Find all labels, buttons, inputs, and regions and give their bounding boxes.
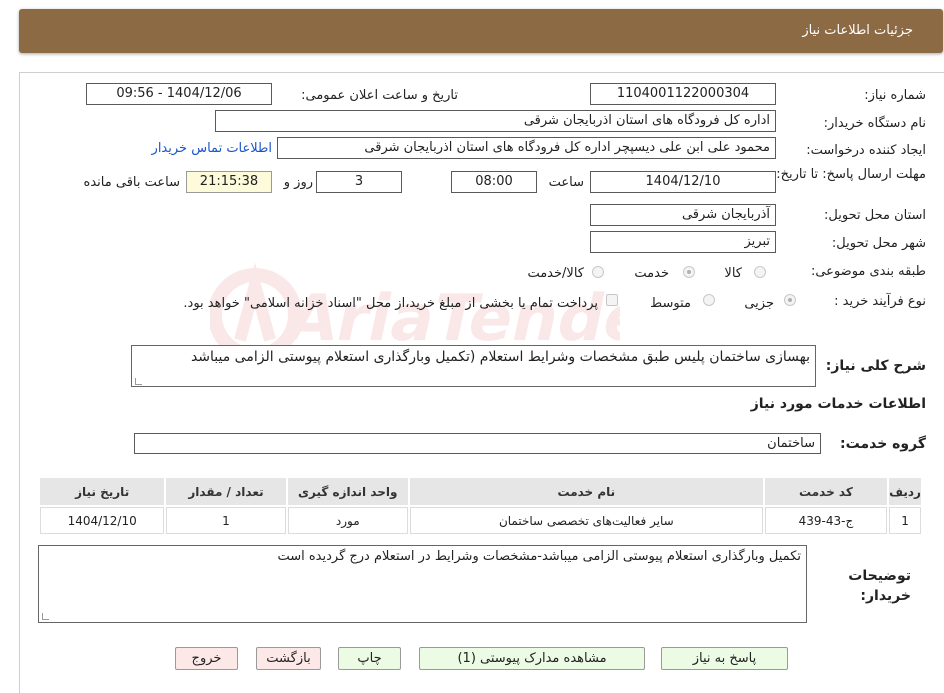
- cell-qty: 1: [166, 507, 286, 534]
- deadline-date-field: 1404/12/10: [590, 171, 776, 193]
- reply-button[interactable]: پاسخ به نیاز: [661, 647, 788, 670]
- back-button[interactable]: بازگشت: [256, 647, 321, 670]
- cell-row: 1: [889, 507, 921, 534]
- category-goods-service-label: کالا/خدمت: [527, 266, 584, 281]
- deadline-time-label: ساعت: [548, 175, 584, 190]
- services-section-title: اطلاعات خدمات مورد نیاز: [750, 396, 926, 412]
- treasury-payment-checkbox[interactable]: [606, 294, 618, 306]
- buyer-org-label: نام دستگاه خریدار:: [823, 116, 926, 131]
- delivery-province-label: استان محل تحویل:: [824, 208, 926, 223]
- need-number-field: 1104001122000304: [590, 83, 776, 105]
- attachments-button[interactable]: مشاهده مدارک پیوستی (1): [419, 647, 645, 670]
- col-date-header: تاریخ نیاز: [40, 478, 165, 505]
- days-field: 3: [316, 171, 402, 193]
- category-goods-radio[interactable]: [754, 266, 766, 278]
- category-label: طبقه بندی موضوعی:: [810, 264, 926, 279]
- services-table: ردیف کد خدمت نام خدمت واحد اندازه گیری ت…: [38, 476, 923, 536]
- service-group-field: ساختمان: [134, 433, 821, 454]
- col-code-header: کد خدمت: [764, 478, 888, 505]
- notes-resize-grip-icon[interactable]: [42, 613, 49, 620]
- announce-datetime-field: 1404/12/06 - 09:56: [86, 83, 272, 105]
- cell-unit: مورد: [287, 507, 408, 534]
- page-header: جزئیات اطلاعات نیاز: [19, 9, 943, 53]
- purchase-process-label: نوع فرآیند خرید :: [834, 294, 926, 309]
- page-title: جزئیات اطلاعات نیاز: [802, 23, 913, 38]
- process-medium-radio[interactable]: [703, 294, 715, 306]
- col-row-header: ردیف: [889, 478, 921, 505]
- remaining-time-field: 21:15:38: [186, 171, 272, 193]
- cell-code: ج-43-439: [764, 507, 888, 534]
- resize-grip-icon[interactable]: [135, 378, 142, 385]
- cell-name: سایر فعالیت‌های تخصصی ساختمان: [409, 507, 763, 534]
- col-unit-header: واحد اندازه گیری: [287, 478, 408, 505]
- summary-label: شرح کلی نیاز:: [825, 358, 926, 374]
- col-name-header: نام خدمت: [409, 478, 763, 505]
- buyer-notes-label: توضیحات خریدار:: [848, 568, 911, 604]
- category-goods-label: کالا: [724, 266, 742, 281]
- buyer-contact-link[interactable]: اطلاعات تماس خریدار: [152, 141, 272, 156]
- need-number-label: شماره نیاز:: [864, 88, 926, 103]
- process-minor-label: جزیی: [744, 296, 774, 311]
- delivery-province-field: آذربایجان شرقی: [590, 204, 776, 226]
- cell-date: 1404/12/10: [40, 507, 165, 534]
- delivery-city-label: شهر محل تحویل:: [831, 236, 926, 251]
- remaining-label: ساعت باقی مانده: [83, 175, 180, 190]
- category-service-label: خدمت: [634, 266, 669, 281]
- table-header-row: ردیف کد خدمت نام خدمت واحد اندازه گیری ت…: [40, 478, 921, 505]
- announce-datetime-label: تاریخ و ساعت اعلان عمومی:: [301, 88, 458, 103]
- table-row: 1 ج-43-439 سایر فعالیت‌های تخصصی ساختمان…: [40, 507, 921, 534]
- buyer-org-field: اداره کل فرودگاه های استان اذربایجان شرق…: [215, 110, 776, 132]
- requester-label: ایجاد کننده درخواست:: [806, 143, 926, 158]
- treasury-payment-note: پرداخت تمام یا بخشی از مبلغ خرید،از محل …: [183, 296, 598, 311]
- service-group-label: گروه خدمت:: [840, 436, 926, 452]
- category-goods-service-radio[interactable]: [592, 266, 604, 278]
- buyer-notes-textarea[interactable]: تکمیل وبارگذاری استعلام پیوستی الزامی می…: [38, 545, 807, 623]
- col-qty-header: تعداد / مقدار: [166, 478, 286, 505]
- requester-field: محمود علی ابن علی دیسپچر اداره کل فرودگا…: [277, 137, 776, 159]
- exit-button[interactable]: خروج: [175, 647, 238, 670]
- days-label: روز و: [283, 175, 313, 190]
- process-minor-radio[interactable]: [784, 294, 796, 306]
- deadline-time-field: 08:00: [451, 171, 537, 193]
- delivery-city-field: تبریز: [590, 231, 776, 253]
- deadline-label: مهلت ارسال پاسخ: تا تاریخ:: [776, 167, 926, 182]
- category-service-radio[interactable]: [683, 266, 695, 278]
- print-button[interactable]: چاپ: [338, 647, 401, 670]
- process-medium-label: متوسط: [650, 296, 691, 311]
- summary-textarea[interactable]: بهسازی ساختمان پلیس طبق مشخصات وشرایط اس…: [131, 345, 816, 387]
